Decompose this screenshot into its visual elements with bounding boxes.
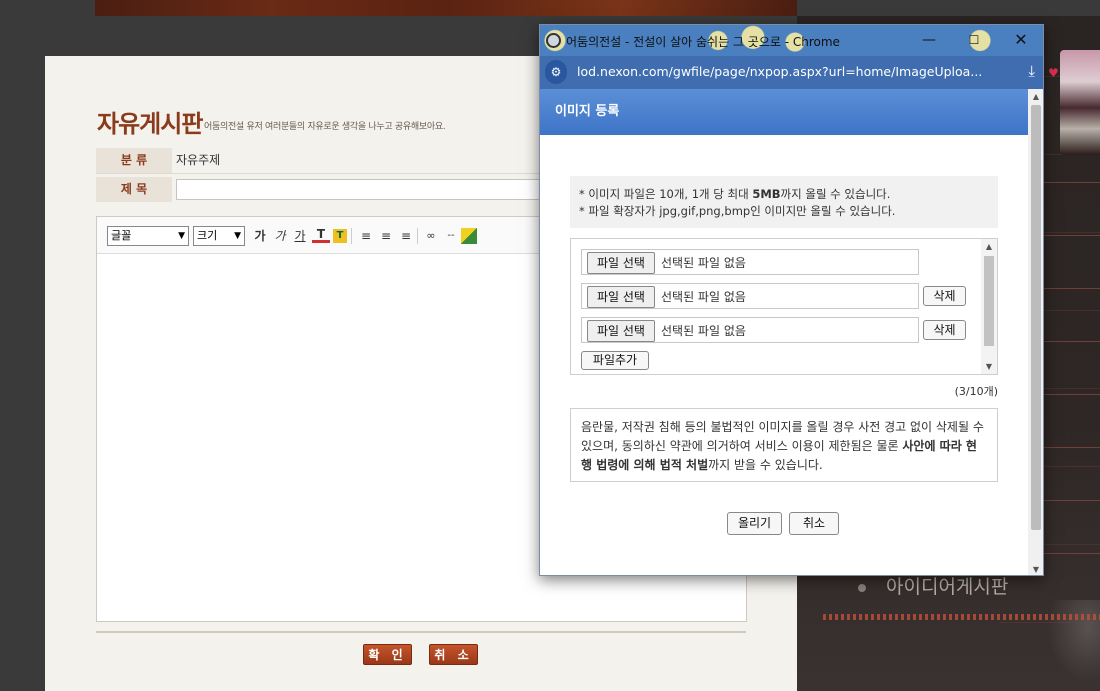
text-color-icon[interactable]: T (312, 227, 330, 243)
window-title: 어둠의전설 - 전설이 살아 숨쉬는 그 곳으로 - Chrome (566, 35, 840, 49)
file-input-row[interactable]: 파일 선택 선택된 파일 없음 (581, 249, 919, 275)
maximize-icon[interactable]: ☐ (962, 30, 986, 50)
category-value[interactable]: 자유주제 (176, 148, 220, 173)
sidebar-menu-label: 아이디어게시판 (886, 576, 1009, 598)
file-input-row[interactable]: 파일 선택 선택된 파일 없음 (581, 317, 919, 343)
subject-label: 제 목 (96, 177, 172, 202)
category-label: 분 류 (96, 148, 172, 173)
align-center-icon[interactable]: ≡ (377, 227, 395, 245)
file-input-row[interactable]: 파일 선택 선택된 파일 없음 (581, 283, 919, 309)
size-select[interactable]: 크기 ▼ (193, 226, 245, 246)
scroll-down-icon[interactable]: ▼ (981, 362, 997, 371)
file-status-text: 선택된 파일 없음 (661, 290, 746, 304)
board-title: 자유게시판 (97, 110, 203, 138)
file-select-button[interactable]: 파일 선택 (587, 320, 655, 342)
window-titlebar[interactable]: 어둠의전설 - 전설이 살아 숨쉬는 그 곳으로 - Chrome — ☐ ✕ (540, 25, 1043, 56)
align-right-icon[interactable]: ≡ (397, 227, 415, 245)
popup-content: 이미지 등록 * 이미지 파일은 10개, 1개 당 최대 5MB까지 올릴 수… (540, 89, 1028, 575)
background-color-icon[interactable]: T (333, 229, 347, 243)
bold-icon[interactable]: 가 (251, 227, 269, 245)
notice-bold: 5MB (752, 187, 781, 201)
popup-header: 이미지 등록 (540, 89, 1028, 135)
character-sprite (1060, 50, 1100, 155)
upload-button[interactable]: 올리기 (727, 512, 782, 535)
italic-icon[interactable]: 가 (271, 227, 289, 245)
sidebar-menu-idea-board[interactable]: 아이디어게시판 (858, 572, 1008, 599)
notice-line-1: * 이미지 파일은 10개, 1개 당 최대 5MB까지 올릴 수 있습니다. (579, 187, 891, 201)
notice-text: 이미지 파일은 10개, 1개 당 최대 (588, 187, 753, 201)
toolbar-separator (351, 228, 352, 244)
horizontal-rule-icon[interactable]: -- (442, 227, 460, 245)
upload-notice: * 이미지 파일은 10개, 1개 당 최대 5MB까지 올릴 수 있습니다. … (570, 176, 998, 228)
bullet-icon (858, 583, 866, 592)
site-info-icon[interactable]: ⚙ (545, 60, 567, 84)
file-select-button[interactable]: 파일 선택 (587, 252, 655, 274)
add-file-button[interactable]: 파일추가 (581, 351, 649, 370)
underline-icon[interactable]: 가 (291, 227, 309, 245)
size-select-value: 크기 (197, 229, 218, 242)
legal-warning: 음란물, 저작권 침해 등의 불법적인 이미지를 올릴 경우 사전 경고 없이 … (570, 408, 998, 482)
file-count: (3/10개) (954, 385, 998, 398)
delete-file-button[interactable]: 삭제 (923, 320, 966, 340)
file-select-button[interactable]: 파일 선택 (587, 286, 655, 308)
chevron-down-icon: ▼ (178, 231, 185, 241)
file-status-text: 선택된 파일 없음 (661, 256, 746, 270)
address-bar: ⚙ lod.nexon.com/gwfile/page/nxpop.aspx?u… (540, 56, 1043, 89)
align-left-icon[interactable]: ≡ (357, 227, 375, 245)
file-list: 파일 선택 선택된 파일 없음 파일 선택 선택된 파일 없음 삭제 파일 선택… (570, 238, 998, 375)
scroll-up-icon[interactable]: ▲ (981, 242, 997, 251)
scroll-up-icon[interactable]: ▲ (1028, 92, 1043, 101)
bottom-divider (96, 631, 746, 633)
chevron-down-icon: ▼ (234, 231, 241, 241)
scroll-down-icon[interactable]: ▼ (1028, 565, 1043, 574)
delete-file-button[interactable]: 삭제 (923, 286, 966, 306)
confirm-button[interactable]: 확 인 (363, 644, 412, 665)
minimize-icon[interactable]: — (917, 30, 941, 50)
close-icon[interactable]: ✕ (1009, 30, 1033, 50)
popup-scrollbar[interactable]: ▲ ▼ (1028, 89, 1043, 575)
chrome-icon (546, 33, 561, 48)
warning-text: 까지 받을 수 있습니다. (708, 458, 823, 472)
right-dashes (1044, 130, 1100, 580)
cancel-button[interactable]: 취 소 (429, 644, 478, 665)
file-list-scrollbar[interactable]: ▲ ▼ (981, 239, 997, 374)
scrollbar-thumb[interactable] (984, 256, 994, 346)
file-status-text: 선택된 파일 없음 (661, 324, 746, 338)
top-banner-image (95, 0, 797, 16)
scrollbar-thumb[interactable] (1031, 105, 1041, 530)
heart-icon: ♥ (1048, 66, 1059, 80)
image-upload-popup: 어둠의전설 - 전설이 살아 숨쉬는 그 곳으로 - Chrome — ☐ ✕ … (539, 24, 1044, 576)
font-select[interactable]: 글꼴 ▼ (107, 226, 189, 246)
notice-text: 파일 확장자가 jpg,gif,png,bmp인 이미지만 올릴 수 있습니다. (588, 204, 896, 218)
link-icon[interactable]: ∞ (422, 227, 440, 245)
font-select-value: 글꼴 (111, 229, 132, 242)
cancel-upload-button[interactable]: 취소 (789, 512, 839, 535)
board-description: 어둠의전설 유저 여러분들의 자유로운 생각을 나누고 공유해보아요. (204, 122, 446, 132)
notice-text: 까지 올릴 수 있습니다. (780, 187, 891, 201)
download-icon[interactable]: ⤓ (1028, 62, 1035, 80)
toolbar-separator (417, 228, 418, 244)
zigzag-divider (823, 614, 1100, 620)
notice-line-2: * 파일 확장자가 jpg,gif,png,bmp인 이미지만 올릴 수 있습니… (579, 204, 896, 218)
image-insert-icon[interactable] (461, 228, 477, 244)
url-text[interactable]: lod.nexon.com/gwfile/page/nxpop.aspx?url… (577, 64, 982, 79)
